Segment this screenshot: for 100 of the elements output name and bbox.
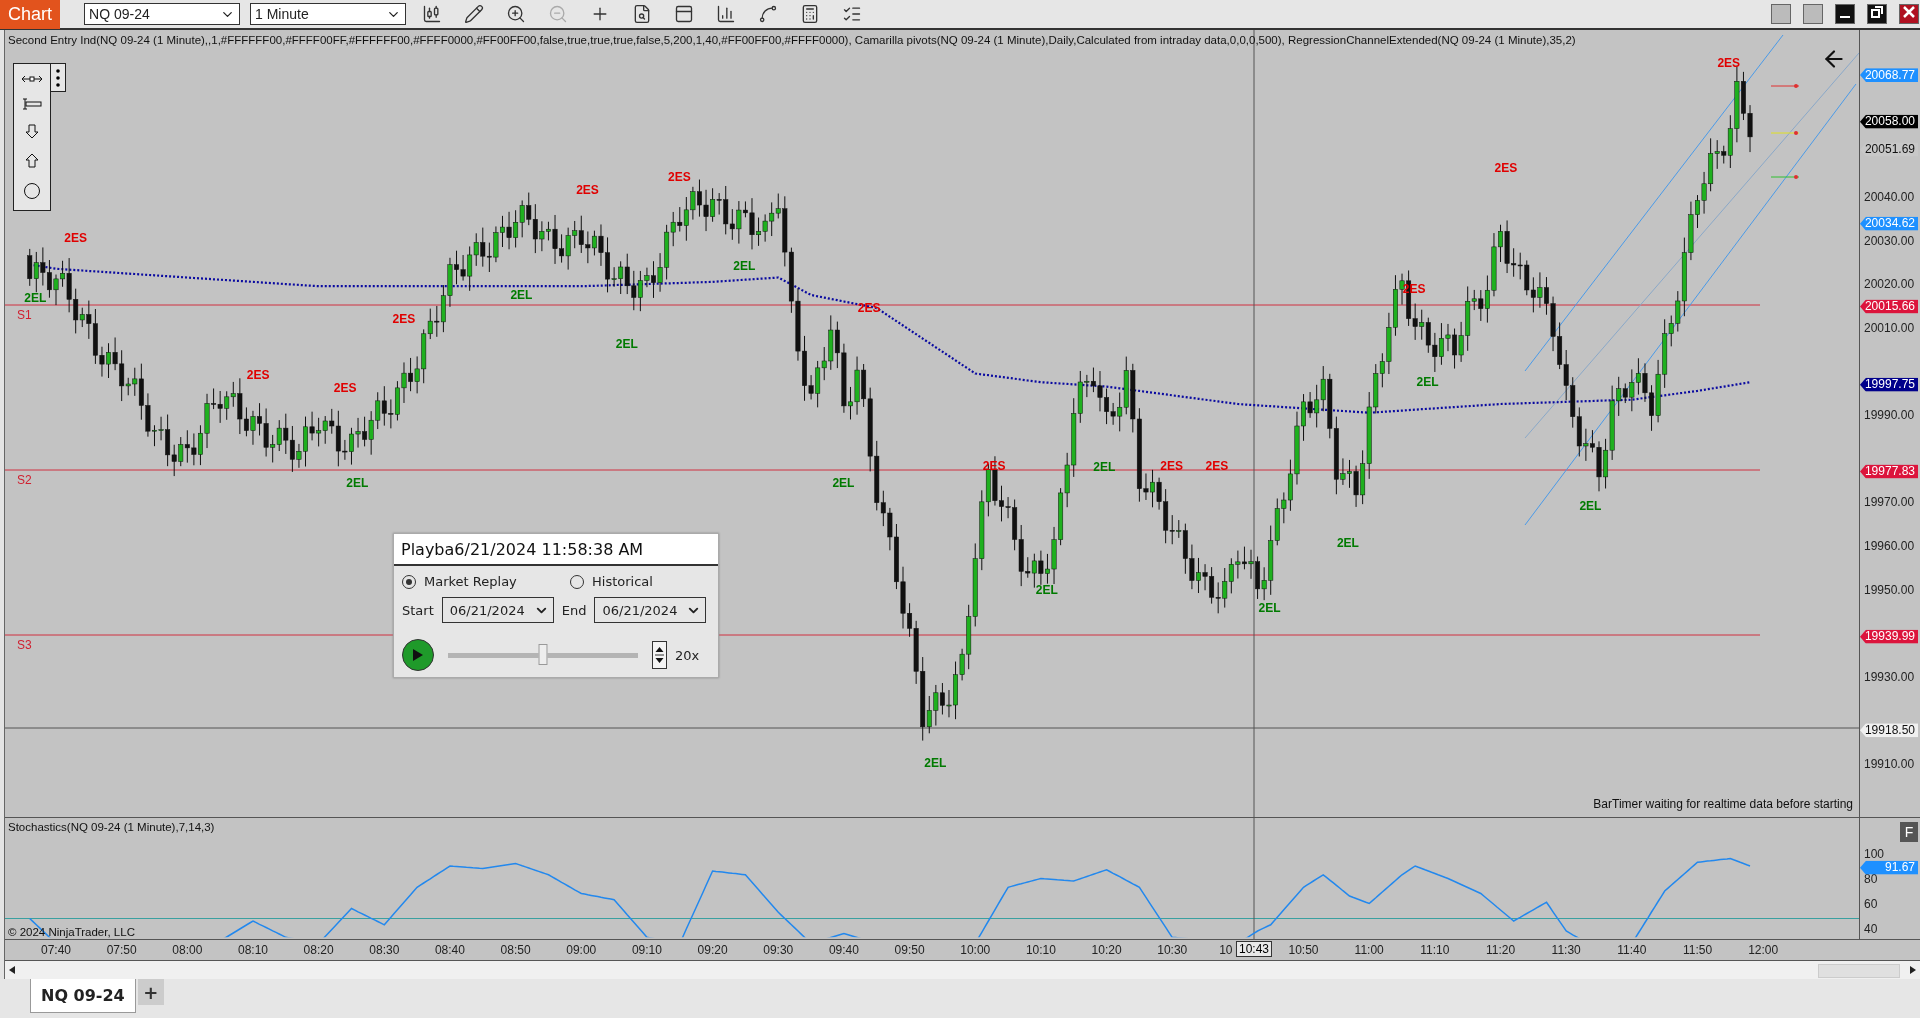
signal-label: 2EL xyxy=(1579,498,1602,513)
time-label: 11:20 xyxy=(1485,943,1516,957)
more-button[interactable] xyxy=(51,63,66,92)
instrument-tab[interactable]: NQ 09-24 xyxy=(30,979,136,1013)
stochastic-tick: 100 xyxy=(1864,848,1885,861)
close-button[interactable] xyxy=(1899,4,1919,24)
interval-dropdown[interactable]: 1 Minute xyxy=(250,3,406,25)
horizontal-scrollbar[interactable] xyxy=(5,961,1920,979)
price-tick: 20020.00 xyxy=(1864,278,1915,291)
time-label: 10:10 xyxy=(1025,943,1056,957)
price-marker: 20051.69 xyxy=(1860,142,1918,157)
time-label: 11:50 xyxy=(1682,943,1713,957)
pivot-label: S3 xyxy=(17,638,32,652)
time-label: 08:10 xyxy=(237,943,268,957)
price-tick: 20010.00 xyxy=(1864,322,1915,335)
bar-chart-icon[interactable] xyxy=(716,4,736,24)
time-label: 10 xyxy=(1219,943,1233,957)
stochastic-tick: 80 xyxy=(1864,873,1878,886)
signal-label: 2EL xyxy=(924,756,947,771)
arrow-up-icon[interactable] xyxy=(25,153,39,168)
signal-label: 2EL xyxy=(615,337,638,352)
up-down-arrows-icon xyxy=(655,644,664,666)
time-label: 10:30 xyxy=(1157,943,1188,957)
signal-label: 2EL xyxy=(1258,600,1281,615)
price-tick: 19990.00 xyxy=(1864,409,1915,422)
line-chart-icon[interactable] xyxy=(758,4,778,24)
time-label: 09:20 xyxy=(697,943,728,957)
calculator-icon[interactable] xyxy=(800,4,820,24)
instrument-dropdown[interactable]: NQ 09-24 xyxy=(84,3,240,25)
restore-button[interactable] xyxy=(1867,4,1887,24)
circle-icon[interactable] xyxy=(23,182,41,200)
price-marker: 20034.62 xyxy=(1860,216,1918,231)
price-marker: 20068.77 xyxy=(1860,67,1918,82)
time-label: 12:00 xyxy=(1748,943,1779,957)
time-label: 11:10 xyxy=(1420,943,1450,957)
playback-timestamp: 6/21/2024 11:58:38 AM xyxy=(454,539,644,559)
play-button[interactable] xyxy=(402,639,434,671)
time-label: 09:10 xyxy=(631,943,662,957)
scroll-left-icon[interactable] xyxy=(9,966,15,974)
signal-label: 2EL xyxy=(1093,459,1116,474)
start-date-picker[interactable]: 06/21/2024 xyxy=(441,597,554,623)
panel-icon[interactable] xyxy=(674,4,694,24)
signal-label: 2ES xyxy=(1205,458,1229,473)
signal-label: 2ES xyxy=(668,169,691,184)
end-date-picker[interactable]: 06/21/2024 xyxy=(594,597,707,623)
time-label: 08:20 xyxy=(303,943,334,957)
signal-label: 2ES xyxy=(246,367,270,382)
price-marker: 19977.83 xyxy=(1860,464,1918,479)
price-marker: 20015.66 xyxy=(1860,299,1918,314)
time-label: 09:30 xyxy=(763,943,794,957)
time-label: 07:50 xyxy=(106,943,137,957)
end-label: End xyxy=(561,602,587,618)
text-cursor-icon[interactable] xyxy=(21,98,43,110)
time-label: 11:40 xyxy=(1617,943,1647,957)
speed-spinner[interactable] xyxy=(652,641,667,669)
time-label: 11:30 xyxy=(1551,943,1581,957)
stochastic-tick: 40 xyxy=(1864,923,1878,936)
horizontal-ruler-icon[interactable] xyxy=(21,74,43,84)
price-tick: 19910.00 xyxy=(1864,758,1915,771)
signal-label: 2EL xyxy=(832,475,855,490)
window-button[interactable] xyxy=(1803,4,1823,24)
restore-icon xyxy=(1871,6,1883,18)
price-tick: 20030.00 xyxy=(1864,234,1915,247)
mode-radio[interactable]: Market Replay xyxy=(402,574,562,589)
time-label: 09:40 xyxy=(828,943,859,957)
signal-label: 2ES xyxy=(1494,161,1518,175)
signal-label: 2ES xyxy=(576,183,599,197)
scroll-right-icon[interactable] xyxy=(1910,966,1916,974)
window-button[interactable] xyxy=(1771,4,1791,24)
pencil-icon[interactable] xyxy=(464,4,484,24)
scrollbar-thumb[interactable] xyxy=(1818,964,1900,978)
price-marker: 19939.99 xyxy=(1860,629,1918,644)
price-tick: 19950.00 xyxy=(1864,583,1915,596)
time-label: 10:00 xyxy=(960,943,991,957)
add-tab-button[interactable]: + xyxy=(137,979,164,1005)
minimize-button[interactable] xyxy=(1835,4,1855,24)
signal-label: 2ES xyxy=(392,311,416,326)
slider-thumb[interactable] xyxy=(538,644,548,665)
f-button[interactable]: F xyxy=(1900,822,1918,842)
time-label: 08:30 xyxy=(369,943,400,957)
stochastic-marker: 91.67 xyxy=(1860,860,1918,875)
time-label: 10:50 xyxy=(1288,943,1319,957)
mode-radio[interactable]: Historical xyxy=(570,574,690,589)
time-label: 09:00 xyxy=(566,943,597,957)
signal-label: 2ES xyxy=(1717,55,1741,70)
signal-label: 2ES xyxy=(1160,458,1183,473)
signal-label: 2ES xyxy=(64,230,88,245)
signal-label: 2EL xyxy=(1035,583,1058,598)
signal-label: 2EL xyxy=(733,258,756,273)
candlestick-icon[interactable] xyxy=(422,4,442,24)
price-tick: 19930.00 xyxy=(1864,671,1915,683)
time-label: 10:20 xyxy=(1091,943,1122,957)
document-search-icon[interactable] xyxy=(632,4,652,24)
pivot-label: S2 xyxy=(17,473,32,487)
dialog-title: Playba xyxy=(401,539,455,559)
app-tab[interactable]: Chart xyxy=(0,0,60,29)
arrow-down-icon[interactable] xyxy=(25,124,39,139)
status-text: BarTimer waiting for realtime data before starting xyxy=(1593,797,1853,811)
zoom-in-icon[interactable] xyxy=(506,4,526,24)
signal-label: 2EL xyxy=(24,290,47,305)
